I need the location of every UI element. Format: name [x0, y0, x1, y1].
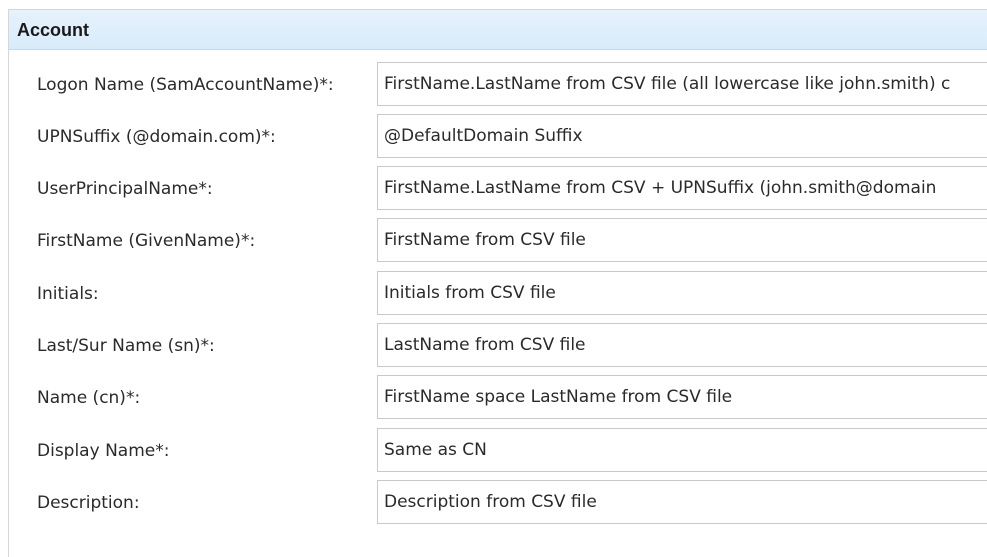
last-name-label: Last/Sur Name (sn)*: [37, 336, 215, 356]
common-name-field[interactable] [377, 375, 987, 419]
user-principal-name-field[interactable] [377, 166, 987, 210]
initials-field[interactable] [377, 271, 987, 315]
logon-name-label: Logon Name (SamAccountName)*: [37, 75, 334, 95]
row-initials: Initials: [0, 271, 987, 317]
display-name-field[interactable] [377, 428, 987, 472]
common-name-label: Name (cn)*: [37, 388, 141, 408]
row-user-principal-name: UserPrincipalName*: [0, 166, 987, 212]
section-title: Account [17, 20, 89, 40]
description-label: Description: [37, 493, 140, 513]
row-logon-name: Logon Name (SamAccountName)*: [0, 62, 987, 108]
upn-suffix-label: UPNSuffix (@domain.com)*: [37, 127, 276, 147]
row-common-name: Name (cn)*: [0, 375, 987, 421]
display-name-label: Display Name*: [37, 441, 170, 461]
row-upn-suffix: UPNSuffix (@domain.com)*: [0, 114, 987, 160]
user-principal-name-label: UserPrincipalName*: [37, 179, 213, 199]
upn-suffix-field[interactable] [377, 114, 987, 158]
first-name-label: FirstName (GivenName)*: [37, 231, 256, 251]
first-name-field[interactable] [377, 218, 987, 262]
section-header-account: Account [9, 10, 987, 50]
row-display-name: Display Name*: [0, 428, 987, 474]
last-name-field[interactable] [377, 323, 987, 367]
row-last-name: Last/Sur Name (sn)*: [0, 323, 987, 369]
row-description: Description: [0, 480, 987, 526]
description-field[interactable] [377, 480, 987, 524]
logon-name-field[interactable] [377, 62, 987, 106]
initials-label: Initials: [37, 284, 99, 304]
row-first-name: FirstName (GivenName)*: [0, 218, 987, 264]
